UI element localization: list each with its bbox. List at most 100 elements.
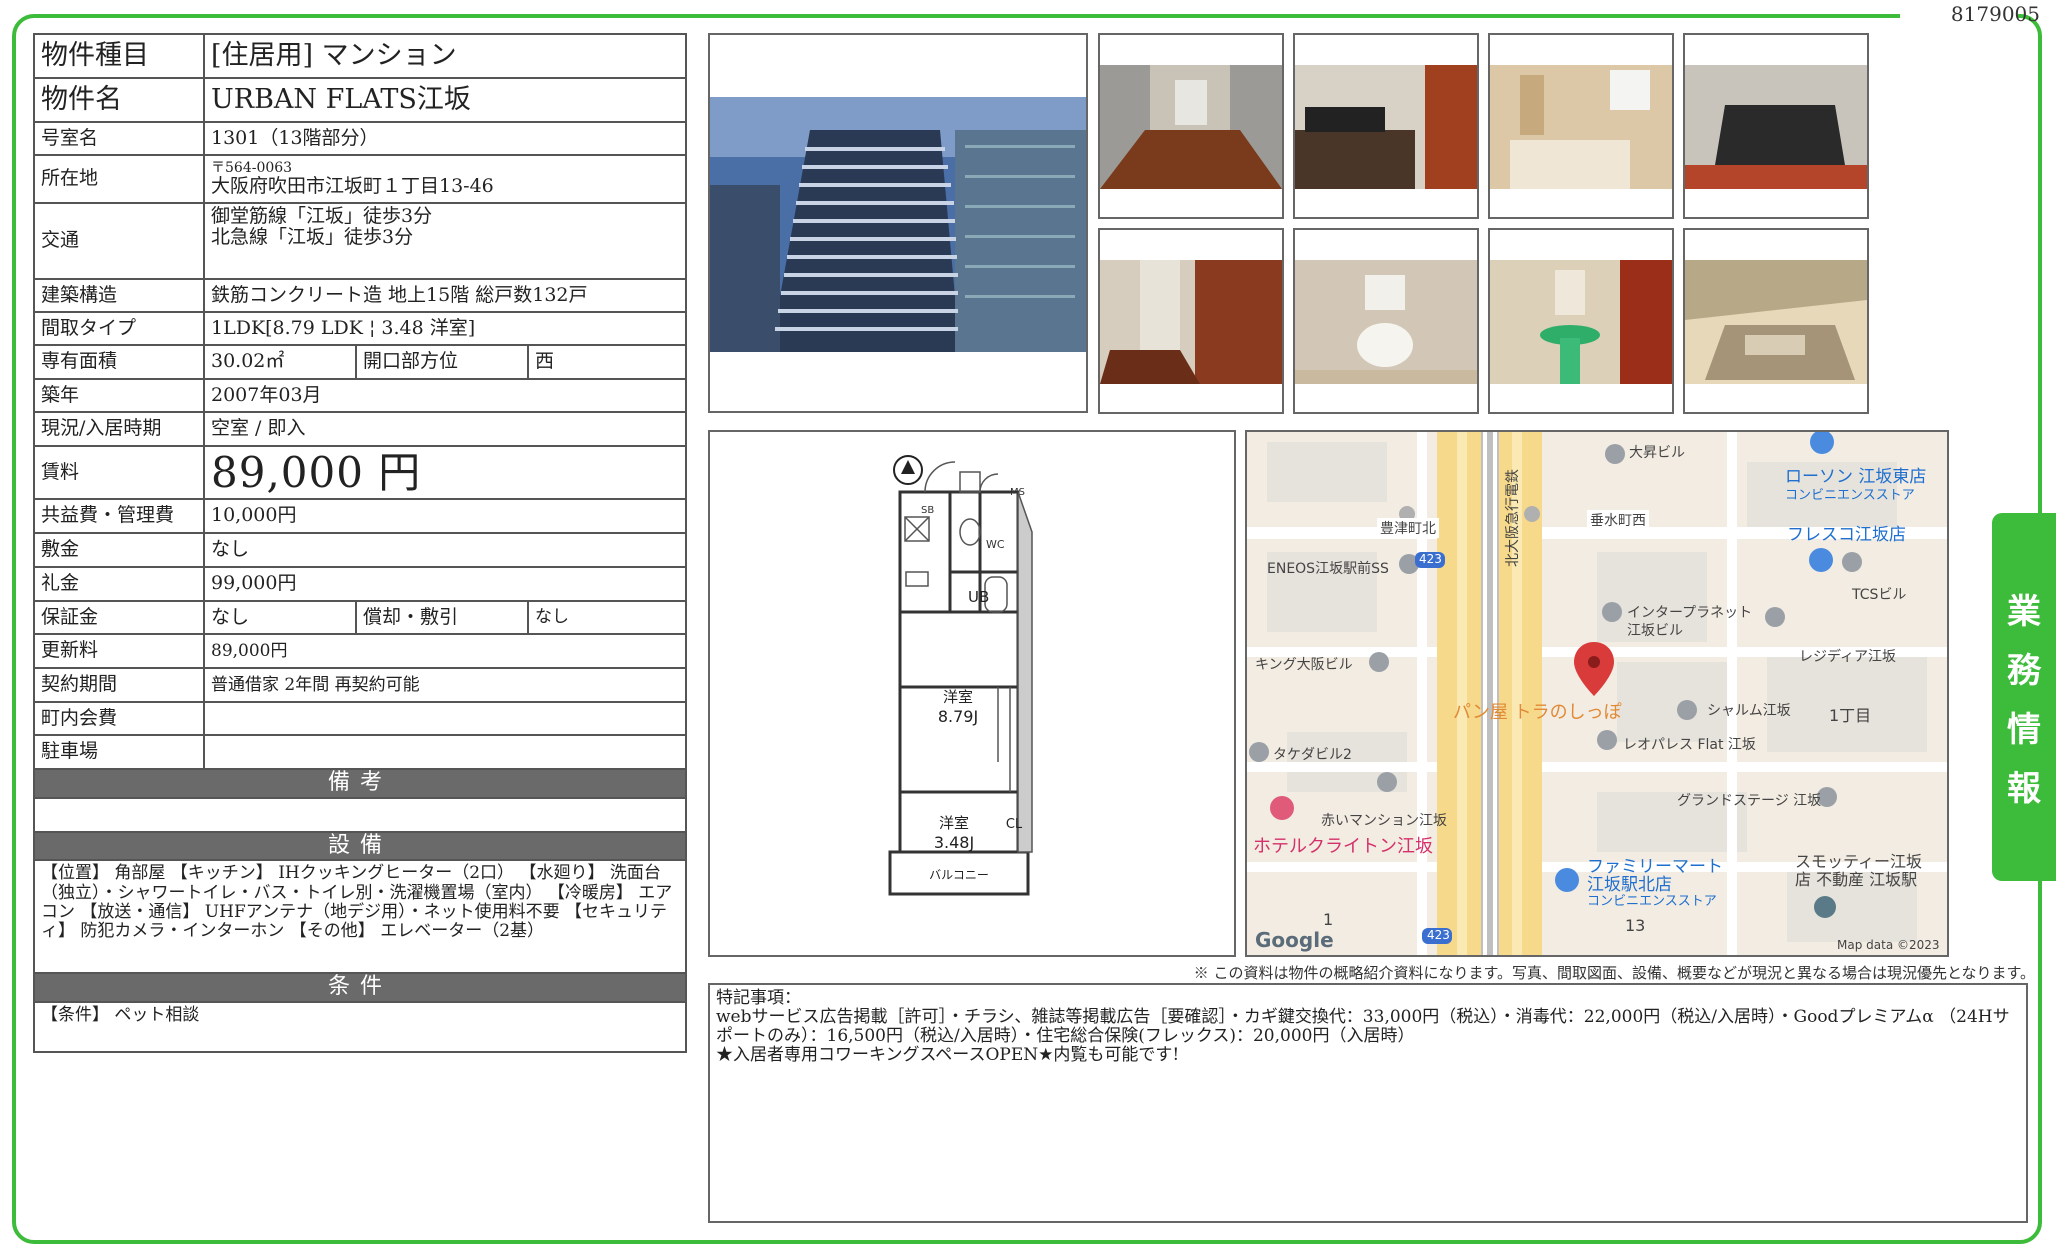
hotel-icon[interactable] xyxy=(1270,796,1294,820)
parking-value xyxy=(202,734,688,771)
map-label-residia: レジディア江坂 xyxy=(1799,649,1897,665)
property-spec-table: 物件種目 [住居用] マンション 物件名 URBAN FLATS江坂 号室名 1301… xyxy=(32,33,688,1053)
fee-value: 10,000円 xyxy=(202,498,688,535)
address-zip: 〒564-0063 xyxy=(211,159,293,176)
built-value: 2007年03月 xyxy=(202,378,688,413)
remarks-text xyxy=(32,796,688,833)
cooktop-photo-image xyxy=(1685,65,1867,189)
map-label-tarumi: 垂水町西 xyxy=(1587,510,1649,530)
area-value: 30.02㎡ xyxy=(203,344,357,380)
type-value: [住居用] マンション xyxy=(202,33,688,79)
map-label-interplanet-2: 江坂ビル xyxy=(1627,623,1683,639)
structure-value: 鉄筋コンクリート造 地上15階 総戸数132戸 xyxy=(202,278,688,313)
photo-thumb-2 xyxy=(1293,33,1479,219)
map-label-railway: 北大阪急行電鉄 xyxy=(1505,469,1521,567)
map-label-family-sub: コンビニエンスストア xyxy=(1587,894,1717,909)
guarantee-value: なし xyxy=(203,600,357,636)
status-label: 現況/入居時期 xyxy=(33,411,205,447)
access-label: 交通 xyxy=(33,202,205,280)
photo-thumb-3 xyxy=(1488,33,1674,219)
side-tab-char-3: 情 xyxy=(2007,710,2041,750)
store-icon[interactable] xyxy=(1555,868,1579,892)
map-label-taisho: 大昇ビル xyxy=(1629,445,1685,461)
wc-label: WC xyxy=(986,538,1005,551)
room-value: 1301（13階部分） xyxy=(202,121,688,156)
ms-label: MS xyxy=(1010,487,1025,498)
room2-name: 洋室 xyxy=(939,814,969,832)
contract-label: 契約期間 xyxy=(33,667,205,704)
direction-label: 開口部方位 xyxy=(355,344,529,380)
deposit-label: 敷金 xyxy=(33,532,205,569)
rent-label: 賃料 xyxy=(33,444,205,501)
renewal-label: 更新料 xyxy=(33,633,205,670)
map-label-fresco: フレスコ江坂店 xyxy=(1787,525,1906,545)
side-tab-char-4: 報 xyxy=(2007,769,2041,809)
structure-label: 建築構造 xyxy=(33,278,205,313)
floor-plan-drawing: SB MS WC UB 洋室 8.79J 洋室 3.48J CL バルコニー xyxy=(888,455,1033,896)
equipment-text: 【位置】 角部屋 【キッチン】 IHクッキングヒーター（2口） 【水廻り】 洗面… xyxy=(32,859,688,975)
built-label: 築年 xyxy=(33,378,205,413)
side-tab-char-2: 務 xyxy=(2007,651,2041,691)
photo-thumb-7 xyxy=(1488,228,1674,414)
layout-label: 間取タイプ xyxy=(33,311,205,346)
room-label: 号室名 xyxy=(33,121,205,156)
photo-thumb-8 xyxy=(1683,228,1869,414)
map-label-route-2: 423 xyxy=(1427,928,1450,942)
map-label-leopalace: レオパレス Flat 江坂 xyxy=(1623,737,1756,753)
map-label-interplanet: インタープラネット xyxy=(1627,605,1753,621)
direction-value: 西 xyxy=(526,344,688,380)
cl-label: CL xyxy=(1006,817,1023,832)
map-label-king: キング大阪ビル xyxy=(1255,657,1353,673)
map-label-route-1: 423 xyxy=(1419,552,1442,566)
building-photo xyxy=(708,33,1088,413)
map-label-block-13: 13 xyxy=(1625,916,1646,935)
type-label: 物件種目 xyxy=(33,33,205,79)
location-map[interactable]: 大昇ビル ローソン 江坂東店 コンビニエンスストア 豊津町北 垂水町西 フレスコ… xyxy=(1245,430,1949,957)
google-logo: Google xyxy=(1255,928,1334,952)
conditions-text: 【条件】 ペット相談 xyxy=(32,1000,688,1053)
amort-value: なし xyxy=(526,600,688,636)
conditions-header: 条件 xyxy=(32,972,688,1003)
area-label: 専有面積 xyxy=(33,344,205,380)
address-value: 大阪府吹田市江坂町１丁目13-46 xyxy=(211,175,494,198)
map-attribution: Map data ©2023 xyxy=(1837,938,1940,952)
community-value xyxy=(202,701,688,737)
remarks-header: 備考 xyxy=(32,768,688,799)
hallway-photo-image xyxy=(1100,260,1282,384)
contract-value: 普通借家 2年間 再契約可能 xyxy=(202,667,688,704)
business-info-tab[interactable]: 業 務 情 報 xyxy=(1992,513,2056,881)
map-label-grand: グランドステージ 江坂 xyxy=(1677,793,1822,809)
document-id: 8179005 xyxy=(1950,2,2040,26)
map-label-block-1: 1 xyxy=(1323,910,1334,929)
room1-name: 洋室 xyxy=(943,688,973,706)
kitchen-photo-image xyxy=(1295,65,1477,189)
disclaimer-text: ※ この資料は物件の概略紹介資料になります。写真、間取図面、設備、概要などが現況… xyxy=(1193,964,2035,982)
access-line-1: 御堂筋線「江坂」徒歩3分 xyxy=(211,205,433,227)
map-label-takeda: タケダビル2 xyxy=(1273,747,1352,763)
side-tab-char-1: 業 xyxy=(2007,592,2041,632)
address-cell: 〒564-0063 大阪府吹田市江坂町１丁目13-46 xyxy=(202,154,688,204)
rent-value: 89,000 円 xyxy=(202,444,688,501)
status-value: 空室 / 即入 xyxy=(202,411,688,447)
parking-label: 駐車場 xyxy=(33,734,205,771)
guarantee-label: 保証金 xyxy=(33,600,205,636)
map-label-akai: 赤いマンション江坂 xyxy=(1321,813,1447,829)
real-estate-icon[interactable] xyxy=(1814,896,1836,918)
map-label-toyotsu: 豊津町北 xyxy=(1377,518,1439,538)
floor-plan: SB MS WC UB 洋室 8.79J 洋室 3.48J CL バルコニー xyxy=(708,430,1236,957)
balcony-photo-image xyxy=(1685,260,1867,384)
map-label-chome: 1丁目 xyxy=(1829,706,1872,725)
equipment-header: 設備 xyxy=(32,830,688,862)
toilet-photo-image xyxy=(1295,260,1477,384)
sb-label: SB xyxy=(921,505,934,516)
community-label: 町内会費 xyxy=(33,701,205,737)
room-photo-image xyxy=(1100,65,1282,189)
building-photo-image xyxy=(710,97,1086,352)
shopping-icon[interactable] xyxy=(1809,548,1833,572)
photo-thumb-1 xyxy=(1098,33,1284,219)
keymoney-label: 礼金 xyxy=(33,566,205,603)
special-notes: 特記事項： webサービス広告掲載［許可］・チラシ、雑誌等掲載広告［要確認］・カ… xyxy=(708,983,2028,1223)
fee-label: 共益費・管理費 xyxy=(33,498,205,535)
photo-thumb-6 xyxy=(1293,228,1479,414)
renewal-value: 89,000円 xyxy=(202,633,688,670)
